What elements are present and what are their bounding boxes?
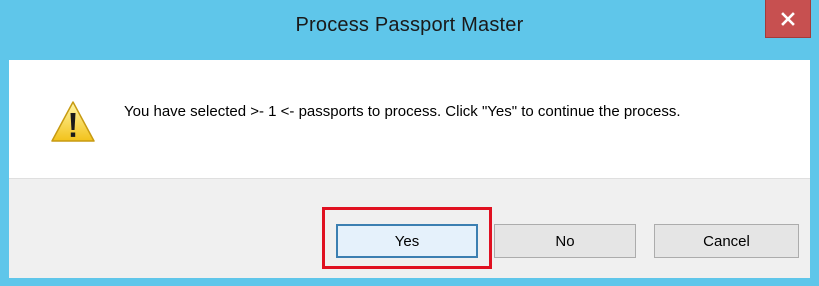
cancel-button[interactable]: Cancel xyxy=(654,224,799,258)
close-icon xyxy=(781,11,795,26)
dialog-window: Process Passport Master You have selecte… xyxy=(0,0,819,286)
window-title: Process Passport Master xyxy=(295,14,524,36)
button-bar: Yes No Cancel xyxy=(9,178,810,278)
yes-button[interactable]: Yes xyxy=(336,224,478,258)
dialog-content: You have selected >- 1 <- passports to p… xyxy=(9,60,810,178)
title-bar[interactable]: Process Passport Master xyxy=(0,0,819,60)
close-button[interactable] xyxy=(765,0,811,38)
no-button[interactable]: No xyxy=(494,224,636,258)
dialog-message: You have selected >- 1 <- passports to p… xyxy=(124,103,681,120)
window-bottom-border xyxy=(0,278,819,286)
warning-icon xyxy=(49,98,97,146)
